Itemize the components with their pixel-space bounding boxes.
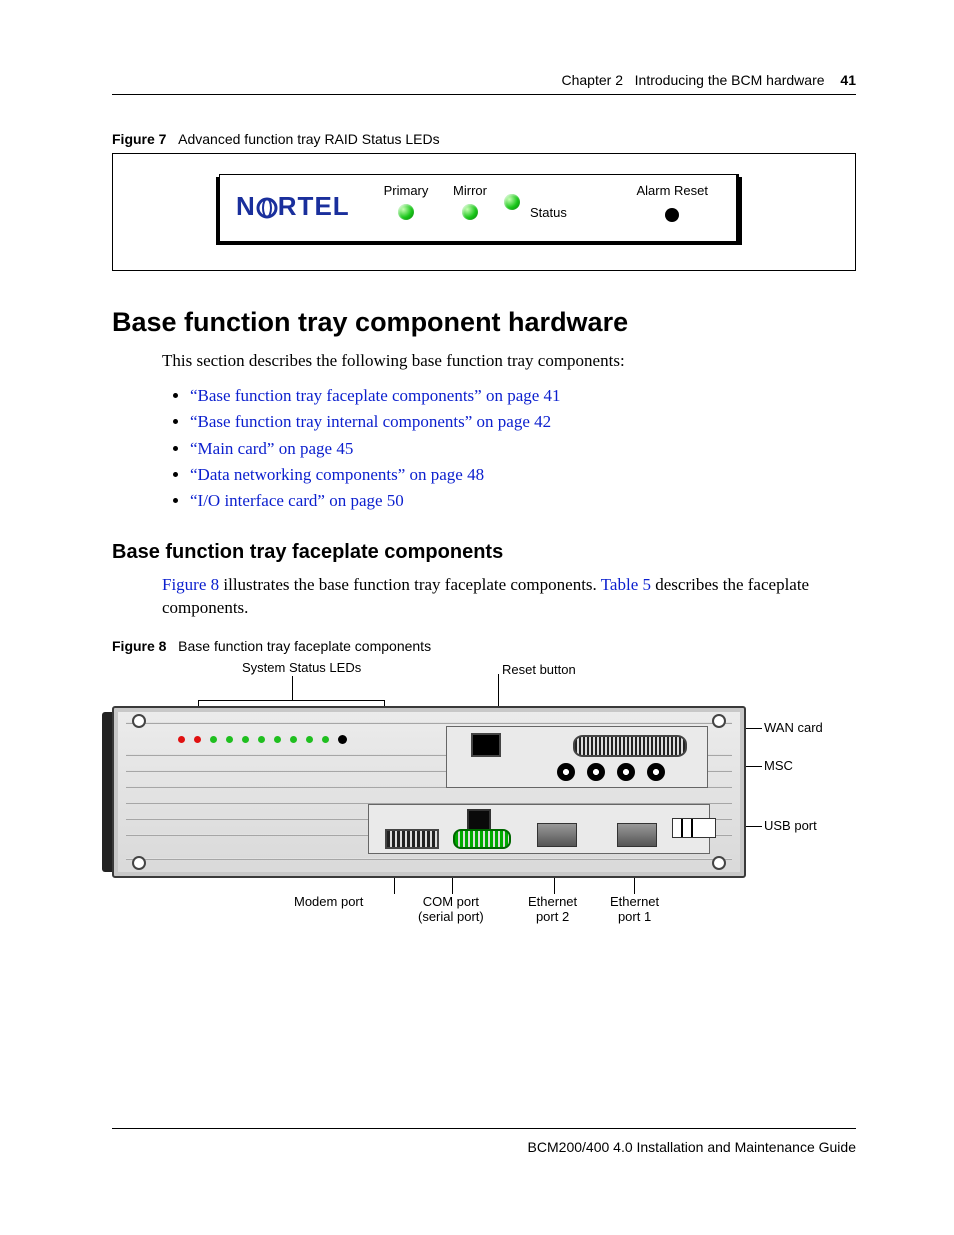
section-intro: This section describes the following bas… bbox=[162, 350, 856, 373]
page-number: 41 bbox=[828, 72, 856, 88]
com-port-icon bbox=[453, 829, 511, 849]
callout-reset-button: Reset button bbox=[502, 662, 576, 677]
figure8-title: Base function tray faceplate components bbox=[178, 638, 431, 654]
list-item: “I/O interface card” on page 50 bbox=[190, 488, 856, 514]
mirror-led-column: Mirror bbox=[440, 183, 500, 223]
eth2-line1: Ethernet bbox=[528, 894, 577, 909]
figure8-number: Figure 8 bbox=[112, 638, 166, 654]
subsection-paragraph: Figure 8 illustrates the base function t… bbox=[162, 574, 856, 620]
xref-link[interactable]: “I/O interface card” on page 50 bbox=[190, 491, 404, 510]
wan-msc-module bbox=[446, 726, 708, 788]
section-heading: Base function tray component hardware bbox=[112, 307, 856, 338]
figure8-caption: Figure 8 Base function tray faceplate co… bbox=[112, 638, 856, 654]
ethernet-port-icon bbox=[617, 823, 657, 847]
subsection-heading: Base function tray faceplate components bbox=[112, 541, 856, 564]
figure8-diagram: System Status LEDs Reset button WAN card… bbox=[112, 660, 852, 952]
serial-connector-icon bbox=[573, 735, 687, 757]
jack-icon bbox=[647, 763, 665, 781]
globe-icon bbox=[256, 197, 278, 219]
page-footer: BCM200/400 4.0 Installation and Maintena… bbox=[112, 1128, 856, 1155]
alarm-reset-label: Alarm Reset bbox=[636, 183, 708, 198]
figure7-number: Figure 7 bbox=[112, 131, 166, 147]
alarm-reset-group: Alarm Reset bbox=[636, 183, 708, 222]
primary-led-column: Primary bbox=[376, 183, 436, 223]
ethernet-port-icon bbox=[537, 823, 577, 847]
callout-ethernet1: Ethernet port 1 bbox=[610, 894, 659, 924]
figure7-panel: N RTEL Primary Mirror Status Alarm Reset bbox=[219, 174, 739, 242]
xref-figure8[interactable]: Figure 8 bbox=[162, 575, 219, 594]
figure7-frame: N RTEL Primary Mirror Status Alarm Reset bbox=[112, 153, 856, 271]
xref-link[interactable]: “Base function tray internal components”… bbox=[190, 412, 551, 431]
faceplate-drawing bbox=[112, 706, 746, 878]
eth2-line2: port 2 bbox=[536, 909, 569, 924]
com-port-line2: (serial port) bbox=[418, 909, 484, 924]
xref-link[interactable]: “Data networking components” on page 48 bbox=[190, 465, 484, 484]
primary-led-icon bbox=[398, 204, 414, 220]
mirror-led-icon bbox=[462, 204, 478, 220]
xref-link[interactable]: “Base function tray faceplate components… bbox=[190, 386, 561, 405]
status-led-icon bbox=[504, 194, 520, 210]
jack-icon bbox=[617, 763, 635, 781]
eth1-line2: port 1 bbox=[618, 909, 651, 924]
callout-com-port: COM port (serial port) bbox=[418, 894, 484, 924]
callout-modem-port: Modem port bbox=[294, 894, 363, 909]
rj-port-icon bbox=[471, 733, 501, 757]
running-header: Chapter 2 Introducing the BCM hardware 4… bbox=[112, 72, 856, 95]
xref-table5[interactable]: Table 5 bbox=[601, 575, 651, 594]
mirror-label: Mirror bbox=[440, 183, 500, 198]
eth1-line1: Ethernet bbox=[610, 894, 659, 909]
com-port-line1: COM port bbox=[423, 894, 479, 909]
footer-text: BCM200/400 4.0 Installation and Maintena… bbox=[528, 1139, 856, 1155]
callout-ethernet2: Ethernet port 2 bbox=[528, 894, 577, 924]
chapter-title: Introducing the BCM hardware bbox=[635, 72, 825, 88]
callout-wan-card: WAN card bbox=[764, 720, 823, 735]
jack-icon bbox=[587, 763, 605, 781]
status-led-group: Status bbox=[504, 183, 567, 220]
io-module bbox=[368, 804, 710, 854]
callout-system-status-leds: System Status LEDs bbox=[242, 660, 361, 675]
xref-list: “Base function tray faceplate components… bbox=[162, 383, 856, 515]
figure7-title: Advanced function tray RAID Status LEDs bbox=[178, 131, 439, 147]
usb-port-icon bbox=[672, 818, 716, 838]
leader-line bbox=[198, 700, 384, 701]
alarm-reset-button-icon bbox=[665, 208, 679, 222]
status-led-strip bbox=[178, 734, 378, 746]
nortel-logo: N RTEL bbox=[236, 191, 350, 222]
chapter-label: Chapter 2 bbox=[562, 72, 623, 88]
figure7-caption: Figure 7 Advanced function tray RAID Sta… bbox=[112, 131, 856, 147]
callout-msc: MSC bbox=[764, 758, 793, 773]
list-item: “Base function tray internal components”… bbox=[190, 409, 856, 435]
leader-line bbox=[292, 676, 293, 700]
text: illustrates the base function tray facep… bbox=[219, 575, 601, 594]
list-item: “Data networking components” on page 48 bbox=[190, 462, 856, 488]
list-item: “Base function tray faceplate components… bbox=[190, 383, 856, 409]
jack-icon bbox=[557, 763, 575, 781]
list-item: “Main card” on page 45 bbox=[190, 436, 856, 462]
status-label: Status bbox=[530, 205, 567, 220]
primary-label: Primary bbox=[376, 183, 436, 198]
modem-port-icon bbox=[385, 829, 439, 849]
xref-link[interactable]: “Main card” on page 45 bbox=[190, 439, 353, 458]
callout-usb-port: USB port bbox=[764, 818, 817, 833]
